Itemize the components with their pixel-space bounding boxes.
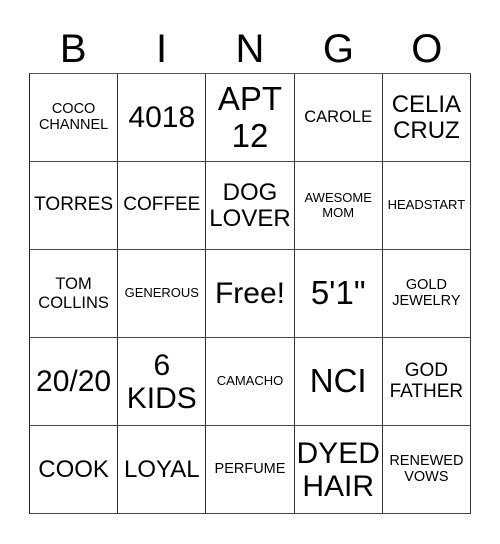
bingo-cell[interactable]: CAROLE	[294, 74, 383, 162]
header-letter-i: I	[156, 27, 168, 71]
header-letter-o: O	[411, 27, 443, 71]
bingo-cell[interactable]: CELIA CRUZ	[382, 74, 471, 162]
bingo-header: B I N G O	[29, 26, 471, 72]
bingo-cell[interactable]: 5'1"	[294, 250, 383, 338]
bingo-cell[interactable]: TOM COLLINS	[30, 250, 119, 338]
bingo-cell[interactable]: HEADSTART	[382, 162, 471, 250]
bingo-cell[interactable]: GOD FATHER	[382, 338, 471, 426]
header-letter-b: B	[59, 27, 87, 71]
bingo-cell[interactable]: 20/20	[30, 338, 119, 426]
bingo-cell[interactable]: COFFEE	[118, 162, 207, 250]
bingo-cell[interactable]: 4018	[118, 74, 207, 162]
bingo-cell[interactable]: RENEWED VOWS	[382, 426, 471, 514]
bingo-cell[interactable]: GENEROUS	[118, 250, 207, 338]
bingo-cell[interactable]: DOG LOVER	[206, 162, 295, 250]
bingo-cell[interactable]: APT 12	[206, 74, 295, 162]
bingo-cell[interactable]: CAMACHO	[206, 338, 295, 426]
bingo-cell[interactable]: AWESOME MOM	[294, 162, 383, 250]
bingo-cell[interactable]: PERFUME	[206, 426, 295, 514]
bingo-grid: COCO CHANNEL 4018 APT 12 CAROLE CELIA CR…	[29, 73, 471, 514]
bingo-cell[interactable]: COCO CHANNEL	[30, 74, 119, 162]
bingo-cell[interactable]: LOYAL	[118, 426, 207, 514]
bingo-cell[interactable]: COOK	[30, 426, 119, 514]
bingo-cell[interactable]: GOLD JEWELRY	[382, 250, 471, 338]
free-space[interactable]: Free!	[206, 250, 295, 338]
header-letter-n: N	[235, 27, 265, 71]
bingo-cell[interactable]: 6 KIDS	[118, 338, 207, 426]
bingo-cell[interactable]: NCI	[294, 338, 383, 426]
bingo-cell[interactable]: TORRES	[30, 162, 119, 250]
bingo-cell[interactable]: DYED HAIR	[294, 426, 383, 514]
header-letter-g: G	[322, 27, 354, 71]
